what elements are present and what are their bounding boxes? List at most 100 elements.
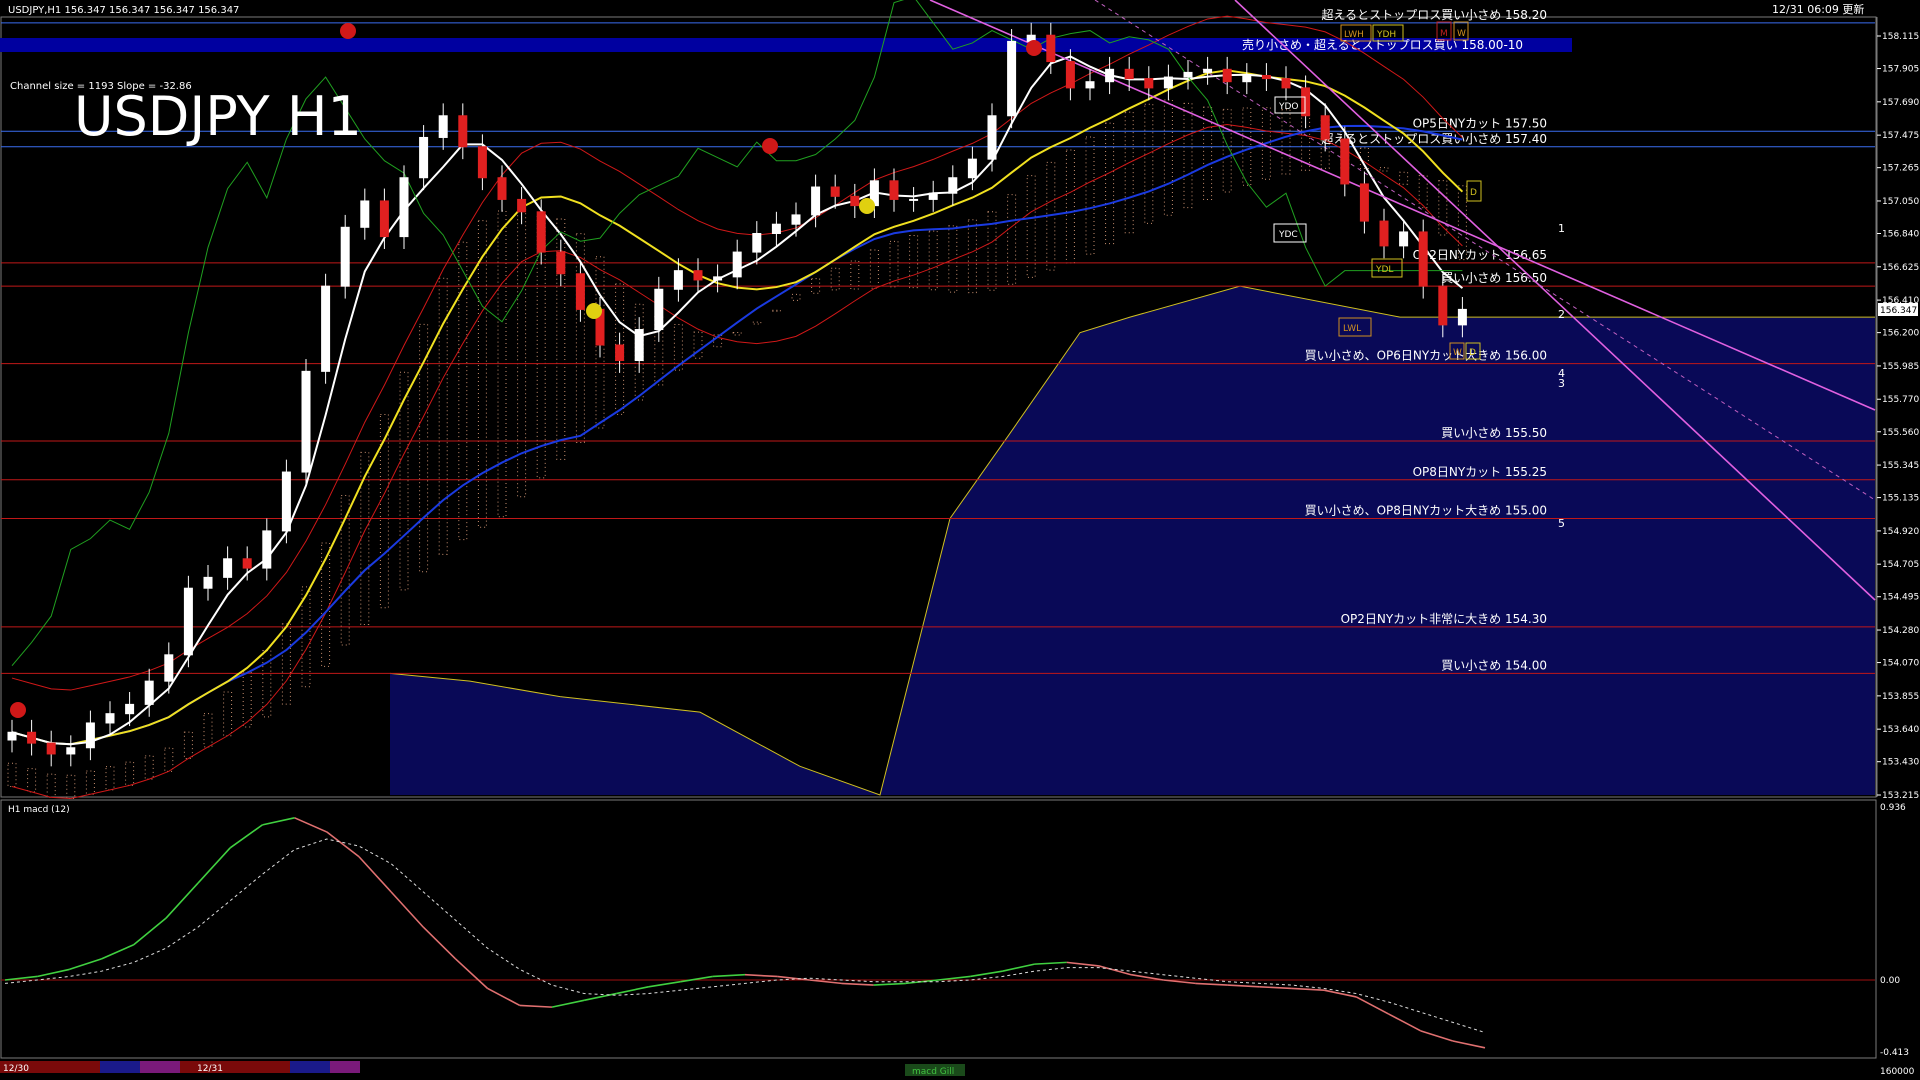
- chart-header: USDJPY,H1 156.347 156.347 156.347 156.34…: [8, 5, 239, 16]
- candle-body: [1065, 61, 1075, 89]
- candle-body: [1046, 34, 1056, 63]
- svg-text:W: W: [1453, 348, 1462, 358]
- session-block-2: [100, 1061, 140, 1073]
- candle-body: [262, 530, 272, 569]
- price-tick-label: 157.050: [1882, 197, 1919, 207]
- svg-text:D: D: [1470, 188, 1477, 198]
- price-tick-label: 154.070: [1882, 659, 1919, 669]
- macd-tick-top: 0.936: [1880, 803, 1906, 813]
- candle-body: [85, 722, 95, 749]
- candle-body: [1261, 74, 1271, 80]
- svg-text:4: 4: [1558, 367, 1565, 380]
- level-label: OP2日NYカット非常に大きめ 154.30: [1341, 612, 1547, 626]
- price-tick-label: 157.905: [1882, 65, 1919, 75]
- fractal-down-2: [859, 198, 875, 214]
- current-price: 156.347: [1880, 306, 1917, 316]
- price-tick-label: 157.475: [1882, 131, 1919, 141]
- candle-body: [1301, 87, 1311, 117]
- level-label: OP5日NYカット 157.50: [1413, 116, 1547, 130]
- price-tick-label: 155.135: [1882, 494, 1919, 504]
- candle-body: [27, 731, 37, 744]
- candle-body: [1144, 78, 1154, 89]
- update-time: 12/31 06:09 更新: [1772, 2, 1864, 16]
- session-block-5: [290, 1061, 330, 1073]
- candle-body: [1379, 220, 1389, 247]
- candle-body: [419, 136, 429, 179]
- candle-body: [1203, 68, 1213, 73]
- date-1231: 12/31: [197, 1064, 223, 1074]
- price-tick-label: 153.855: [1882, 692, 1919, 702]
- price-tick-label: 156.200: [1882, 329, 1919, 339]
- candle-body: [948, 177, 958, 194]
- svg-text:YDC: YDC: [1278, 230, 1298, 240]
- candle-body: [340, 226, 350, 287]
- session-block-6: [330, 1061, 360, 1073]
- svg-text:5: 5: [1558, 517, 1565, 530]
- candle-body: [1222, 68, 1232, 83]
- candle-body: [1007, 40, 1017, 117]
- price-tick-label: 156.840: [1882, 229, 1919, 239]
- svg-text:W: W: [1457, 29, 1466, 39]
- candle-body: [909, 198, 919, 201]
- candle-body: [575, 273, 585, 310]
- fractal-down-1: [586, 303, 602, 319]
- candle-body: [7, 731, 17, 741]
- candle-body: [66, 747, 76, 755]
- price-tick-label: 154.495: [1882, 593, 1919, 603]
- level-label: OP8日NYカット 155.25: [1413, 465, 1547, 479]
- level-label: 買い小さめ 155.50: [1441, 426, 1547, 440]
- fractal-up-3: [762, 138, 778, 154]
- level-label: 買い小さめ 154.00: [1441, 658, 1547, 672]
- svg-text:LWL: LWL: [1343, 324, 1361, 334]
- candle-body: [1124, 68, 1134, 80]
- price-tick-label: 153.640: [1882, 725, 1919, 735]
- svg-text:YDH: YDH: [1376, 30, 1396, 40]
- candle-body: [791, 214, 801, 225]
- candle-body: [1281, 78, 1291, 89]
- candle-body: [1320, 115, 1330, 140]
- level-label: 買い小さめ、OP8日NYカット大きめ 155.00: [1305, 504, 1547, 518]
- date-1230: 12/30: [3, 1064, 29, 1074]
- bottom-right-value: 160000: [1880, 1067, 1915, 1077]
- price-tick-label: 155.985: [1882, 362, 1919, 372]
- price-tick-label: 156.625: [1882, 263, 1919, 273]
- price-tick-label: 154.920: [1882, 527, 1919, 537]
- candle-body: [1340, 138, 1350, 185]
- price-tick-label: 153.430: [1882, 758, 1919, 768]
- forex-chart[interactable]: USDJPY,H1 156.347 156.347 156.347 156.34…: [0, 0, 1920, 1080]
- candle-body: [654, 288, 664, 331]
- candle-body: [1418, 231, 1428, 287]
- price-tick-label: 154.280: [1882, 626, 1919, 636]
- svg-text:YDL: YDL: [1375, 265, 1393, 275]
- level-label: 買い小さめ、OP6日NYカット大きめ 156.00: [1305, 349, 1547, 363]
- candle-body: [438, 115, 448, 138]
- svg-text:1: 1: [1558, 222, 1565, 235]
- candle-body: [811, 186, 821, 216]
- candle-body: [379, 200, 389, 238]
- fractal-up-2: [1026, 40, 1042, 56]
- candle-body: [713, 276, 723, 281]
- price-tick-label: 158.115: [1882, 32, 1919, 42]
- price-tick-label: 154.705: [1882, 560, 1919, 570]
- candle-body: [928, 192, 938, 200]
- candle-body: [105, 713, 115, 724]
- macd-label: H1 macd (12): [8, 805, 70, 815]
- candle-body: [1242, 74, 1252, 83]
- candle-body: [203, 576, 213, 589]
- candle-body: [1359, 183, 1369, 222]
- candle-body: [517, 198, 527, 213]
- candle-body: [830, 186, 840, 197]
- candle-body: [673, 270, 683, 290]
- candle-body: [1457, 308, 1467, 326]
- candle-body: [458, 115, 468, 148]
- candle-body: [615, 344, 625, 362]
- candle-body: [477, 146, 487, 179]
- candle-body: [1183, 71, 1193, 78]
- candle-body: [1163, 76, 1173, 89]
- candle-body: [281, 471, 291, 532]
- candle-body: [889, 180, 899, 200]
- candle-body: [752, 232, 762, 253]
- candle-body: [556, 251, 566, 275]
- candle-body: [967, 158, 977, 179]
- candle-body: [223, 558, 233, 578]
